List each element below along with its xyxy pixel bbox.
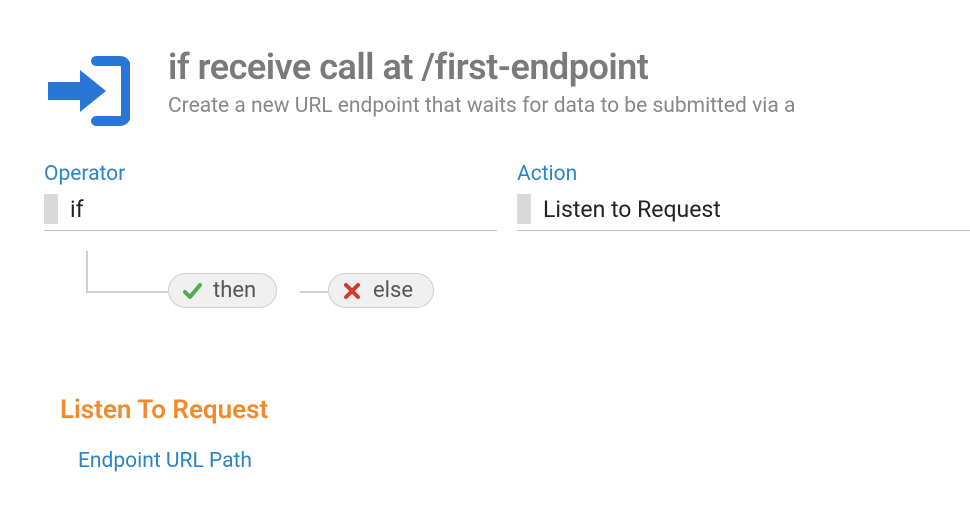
section-heading: Listen To Request [60, 395, 970, 425]
then-branch-button[interactable]: then [168, 273, 277, 308]
field-prefix [44, 194, 58, 224]
operator-input[interactable]: if [44, 190, 497, 231]
action-field: Action Listen to Request [517, 162, 970, 231]
field-prefix [517, 194, 531, 224]
action-input[interactable]: Listen to Request [517, 190, 970, 231]
branch-connector [86, 291, 168, 293]
action-label: Action [517, 162, 970, 186]
receive-call-icon [44, 52, 130, 130]
then-label: then [213, 278, 256, 303]
x-icon [341, 280, 363, 302]
else-label: else [373, 278, 413, 303]
endpoint-url-path-label: Endpoint URL Path [78, 449, 970, 473]
branch-row: then else [78, 251, 970, 329]
page-description: Create a new URL endpoint that waits for… [168, 94, 970, 118]
branch-connector [300, 291, 328, 293]
operator-label: Operator [44, 162, 497, 186]
action-value: Listen to Request [543, 196, 721, 223]
branch-connector [86, 251, 88, 291]
operator-field: Operator if [44, 162, 497, 231]
page-title: if receive call at /first-endpoint [168, 48, 970, 88]
check-icon [181, 280, 203, 302]
operator-value: if [70, 196, 84, 223]
else-branch-button[interactable]: else [328, 273, 434, 308]
